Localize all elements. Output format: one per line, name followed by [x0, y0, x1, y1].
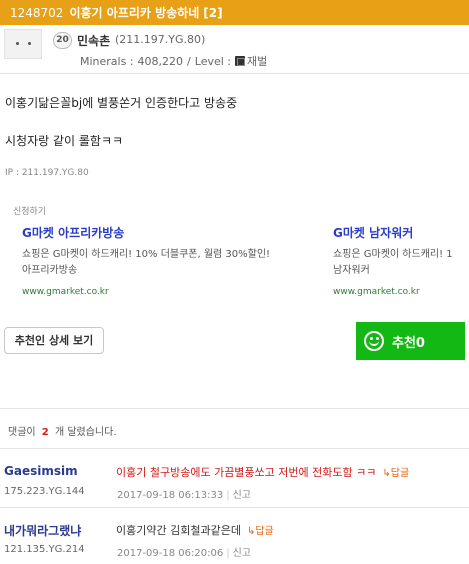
- ad-url[interactable]: www.gmarket.co.kr: [22, 287, 270, 297]
- divider: [0, 448, 469, 449]
- author-ip: (211.197.YG.80): [115, 33, 206, 46]
- ad-desc-line: 아프리카방송: [22, 265, 78, 276]
- post-body-line-1: 이홍기닮은꼴bj에 별풍쏜거 인증한다고 방송중: [5, 96, 238, 110]
- comment-body: 이홍기 철구방송에도 가끔별풍쏘고 저번에 전화도함 ㅋㅋ: [116, 466, 377, 479]
- stats-separator: /: [187, 54, 191, 68]
- comment-time: 2017-09-18 06:13:33: [117, 490, 224, 501]
- minerals-label: Minerals :: [80, 54, 134, 68]
- post-body-line-2: 시청자랑 같이 롤함ㅋㅋ: [5, 134, 124, 148]
- ad-desc-line: 쇼핑은 G마켓이 하드캐리! 10% 더블쿠폰, 월렴 30%할인!: [22, 249, 271, 260]
- comment-ip: 175.223.YG.144: [4, 486, 85, 497]
- author-stats: Minerals : 408,220 / Level : 재벌: [80, 53, 267, 69]
- ad-apply-link[interactable]: 신청하기: [13, 204, 46, 217]
- comment-count-prefix: 댓글이: [8, 427, 36, 438]
- rank-cube-icon: [235, 56, 246, 66]
- avatar-eye-icon: [16, 42, 19, 45]
- ad-item[interactable]: G마켓 남자워커 쇼핑은 G마켓이 하드캐리! 1 남자워커 www.gmark…: [333, 224, 453, 297]
- post-id: 1248702: [10, 5, 64, 20]
- reply-button[interactable]: ↳답글: [247, 526, 274, 537]
- ad-desc-line: 쇼핑은 G마켓이 하드캐리! 1: [333, 249, 453, 260]
- comment-count-text: 댓글이 2 개 달렸습니다.: [8, 423, 117, 438]
- post-comment-count[interactable]: [2]: [203, 6, 222, 20]
- post-ip: IP : 211.197.YG.80: [5, 168, 89, 178]
- divider: [0, 408, 469, 409]
- comment-item: 내가뭐라그랬냐 121.135.YG.214 이홍기약간 김회철과같은데 ↳답글 …: [0, 522, 469, 564]
- comment-text: 이홍기약간 김회철과같은데 ↳답글: [116, 522, 274, 538]
- post-title-bar: 1248702 이흥기 아프리카 방송하네 [2]: [0, 0, 469, 25]
- comment-nickname[interactable]: Gaesimsim: [4, 464, 78, 478]
- level-label: Level :: [194, 54, 232, 68]
- divider: [0, 507, 469, 508]
- level-badge: 20: [53, 32, 72, 49]
- ad-description: 쇼핑은 G마켓이 하드캐리! 1 남자워커: [333, 247, 453, 279]
- divider: [0, 73, 469, 74]
- post-title[interactable]: 이흥기 아프리카 방송하네: [69, 4, 199, 21]
- author-nickname[interactable]: 민속촌: [77, 32, 110, 49]
- comment-count-number: 2: [41, 427, 49, 438]
- ad-title[interactable]: G마켓 남자워커: [333, 224, 453, 241]
- recommenders-detail-button[interactable]: 추천인 상세 보기: [4, 327, 104, 354]
- comment-meta: 2017-09-18 06:13:33 | 신고: [117, 490, 251, 501]
- ad-desc-line: 남자워커: [333, 265, 370, 276]
- reply-button[interactable]: ↳답글: [382, 468, 409, 479]
- comment-nickname[interactable]: 내가뭐라그랬냐: [4, 522, 81, 539]
- minerals-value: 408,220: [137, 54, 184, 68]
- author-info: 20 민속촌 (211.197.YG.80) Minerals : 408,22…: [0, 25, 469, 73]
- avatar-eye-icon: [28, 42, 31, 45]
- level-name: 재벌: [247, 55, 268, 68]
- comment-count-suffix: 개 달렸습니다.: [54, 427, 117, 438]
- report-link[interactable]: 신고: [233, 548, 251, 559]
- comment-meta: 2017-09-18 06:20:06 | 신고: [117, 548, 251, 559]
- recommend-label: 추천0: [392, 335, 425, 351]
- comment-item: Gaesimsim 175.223.YG.144 이홍기 철구방송에도 가끔별풍…: [0, 464, 469, 512]
- recommend-button[interactable]: 추천0: [356, 322, 465, 360]
- avatar[interactable]: [4, 29, 42, 59]
- smile-icon: [364, 331, 384, 351]
- ad-item[interactable]: G마켓 아프리카방송 쇼핑은 G마켓이 하드캐리! 10% 더블쿠폰, 월렴 3…: [22, 224, 270, 297]
- ad-url[interactable]: www.gmarket.co.kr: [333, 287, 453, 297]
- ad-title[interactable]: G마켓 아프리카방송: [22, 224, 270, 241]
- comment-ip: 121.135.YG.214: [4, 544, 85, 555]
- ad-description: 쇼핑은 G마켓이 하드캐리! 10% 더블쿠폰, 월렴 30%할인! 아프리카방…: [22, 247, 270, 279]
- comment-time: 2017-09-18 06:20:06: [117, 548, 224, 559]
- comment-body: 이홍기약간 김회철과같은데: [116, 524, 241, 537]
- comment-text: 이홍기 철구방송에도 가끔별풍쏘고 저번에 전화도함 ㅋㅋ ↳답글: [116, 464, 409, 480]
- report-link[interactable]: 신고: [233, 490, 251, 501]
